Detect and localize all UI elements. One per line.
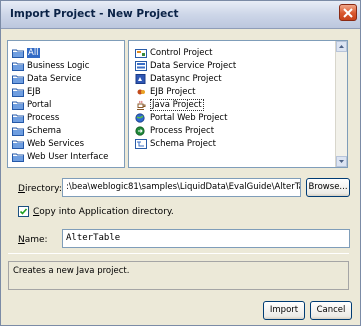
folder-icon	[12, 114, 24, 123]
directory-label-rest: irectory:	[24, 184, 62, 194]
folder-icon	[12, 49, 24, 58]
project-label: Schema Project	[150, 139, 216, 149]
directory-field[interactable]: :\bea\weblogic81\samples\LiquidData\Eval…	[62, 178, 301, 197]
name-label-rest: ame:	[24, 235, 48, 245]
category-label: Business Logic	[27, 61, 90, 71]
category-label: Data Service	[27, 74, 82, 84]
project-label: Data Service Project	[150, 61, 237, 71]
java-project-icon	[137, 100, 146, 110]
copy-into-app-label: Copy into Application directory.	[33, 207, 174, 217]
folder-icon	[12, 75, 24, 84]
project-label: Portal Web Project	[150, 113, 228, 123]
category-label: All	[27, 48, 40, 58]
process-project-icon	[135, 126, 145, 136]
close-button[interactable]	[339, 4, 357, 21]
folder-icon	[12, 153, 24, 162]
checkmark-icon	[19, 208, 28, 215]
category-list[interactable]: All Business Logic Data Service EJB Port…	[7, 40, 125, 168]
schema-project-icon	[135, 139, 147, 149]
directory-label: Directory:	[18, 184, 62, 194]
folder-icon	[12, 88, 24, 97]
project-type-list[interactable]: Control Project Data Service Project Dat…	[128, 40, 348, 168]
name-label-mnemonic: N	[18, 235, 25, 245]
folder-icon	[12, 62, 24, 71]
folder-icon	[12, 140, 24, 149]
separator	[8, 253, 349, 254]
data-service-project-icon	[135, 61, 147, 71]
category-label: Web Services	[27, 139, 85, 149]
description-box: Creates a new Java project.	[8, 261, 349, 290]
copy-label-rest: opy into Application directory.	[39, 207, 174, 217]
import-project-dialog: Import Project - New Project All Busines…	[0, 0, 361, 326]
portal-web-project-icon	[135, 113, 145, 123]
folder-icon	[12, 101, 24, 110]
project-label: EJB Project	[150, 87, 196, 97]
name-label: Name:	[18, 235, 48, 245]
scroll-down-icon	[339, 160, 344, 163]
project-label: Control Project	[150, 48, 213, 58]
directory-label-mnemonic: D	[18, 184, 25, 194]
close-icon	[343, 8, 353, 18]
category-label: Schema	[27, 126, 62, 136]
title-bar[interactable]: Import Project - New Project	[1, 1, 360, 29]
scroll-up-icon	[339, 45, 344, 48]
folder-icon	[12, 127, 24, 136]
cancel-button[interactable]: Cancel	[310, 301, 352, 320]
scroll-down-button[interactable]	[336, 156, 347, 167]
import-button[interactable]: Import	[263, 301, 305, 320]
scroll-up-button[interactable]	[336, 41, 347, 52]
datasync-project-icon	[135, 74, 146, 84]
control-project-icon	[135, 49, 147, 58]
browse-button[interactable]: Browse...	[306, 178, 350, 197]
category-label: Portal	[27, 100, 52, 110]
project-label: Datasync Project	[150, 74, 222, 84]
category-label: EJB	[27, 87, 41, 97]
ejb-project-icon	[137, 89, 145, 95]
dialog-title: Import Project - New Project	[10, 8, 179, 20]
category-label: Web User Interface	[27, 152, 109, 162]
category-label: Process	[27, 113, 60, 123]
project-label: Process Project	[150, 126, 215, 136]
name-input[interactable]: AlterTable	[62, 229, 350, 248]
project-list-scrollbar[interactable]	[335, 41, 347, 167]
project-label: Java Project	[150, 99, 204, 111]
copy-into-app-checkbox[interactable]	[18, 206, 29, 217]
